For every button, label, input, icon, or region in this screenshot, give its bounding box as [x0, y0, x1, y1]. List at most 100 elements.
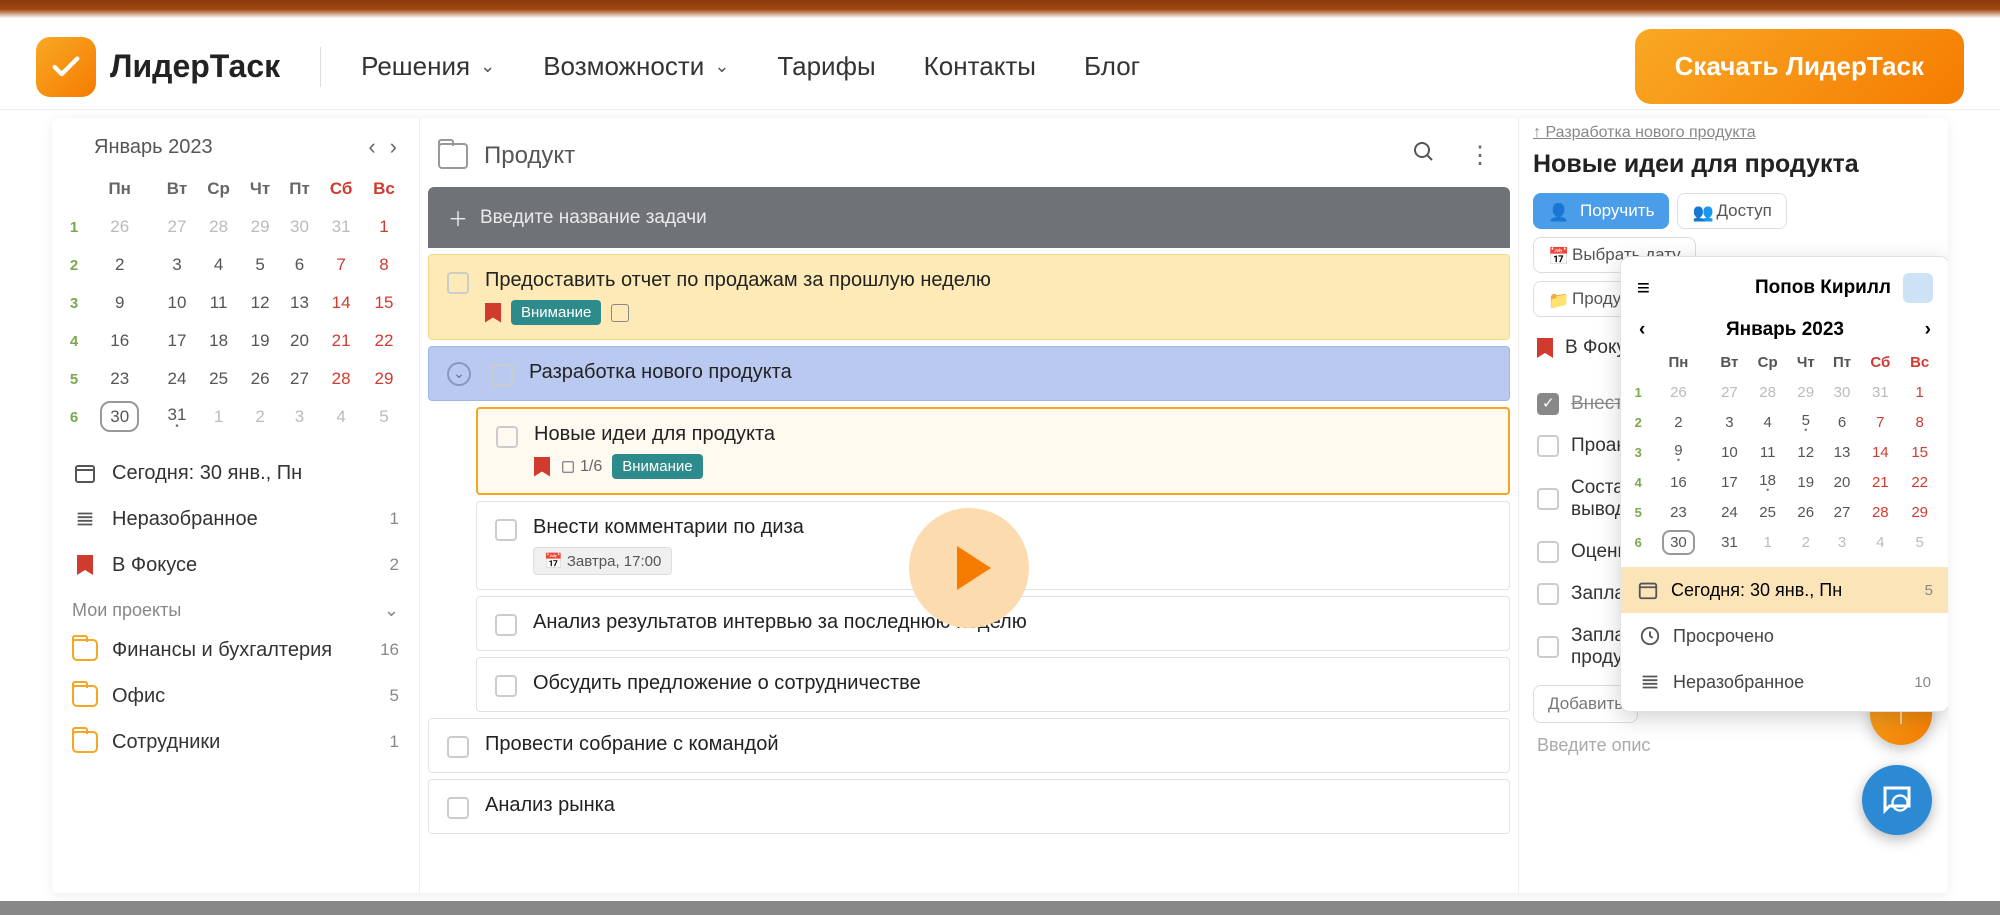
task-title: Предоставить отчет по продажам за прошлу… [485, 269, 1491, 292]
user-name: Попов Кирилл [1755, 277, 1891, 299]
calendar[interactable]: ПнВтСрЧтПтСбВс 12627282930311 22345678 3… [66, 170, 405, 436]
placeholder-text: Введите название задачи [480, 207, 707, 229]
collapse-icon[interactable]: ⌄ [447, 362, 471, 386]
nav-label: Тарифы [777, 51, 875, 82]
count-badge: 5 [1925, 582, 1933, 599]
bookmark-icon [534, 457, 550, 477]
nav-features[interactable]: Возможности⌄ [543, 51, 729, 82]
checklist-count: 1/6 [560, 458, 602, 476]
nav-solutions[interactable]: Решения ⌄ [361, 51, 495, 82]
popup-today-row[interactable]: Сегодня: 30 янв., Пн 5 [1621, 567, 1948, 613]
popup-cal-header: ‹ Январь 2023 › [1631, 313, 1939, 347]
detail-title: Новые идеи для продукта [1533, 150, 1934, 179]
chevron-down-icon: ⌄ [384, 600, 399, 621]
task-row[interactable]: Анализ рынка [428, 779, 1510, 834]
sidebar-projects-header[interactable]: Мои проекты ⌄ [66, 588, 405, 627]
folder-icon [72, 729, 98, 755]
bottom-strip [0, 901, 2000, 915]
calendar-icon [72, 460, 98, 486]
sidebar-project[interactable]: Сотрудники 1 [66, 719, 405, 765]
list-icon [1639, 671, 1661, 693]
task-title: Разработка нового продукта [529, 361, 1491, 384]
calendar-prev-icon[interactable]: ‹ [368, 134, 375, 160]
add-task-input[interactable]: ＋ Введите название задачи [428, 187, 1510, 248]
task-checkbox[interactable] [491, 364, 513, 386]
sidebar-item-label: Офис [112, 685, 165, 708]
task-checkbox[interactable] [495, 614, 517, 636]
calendar-prev-icon[interactable]: ‹ [1639, 319, 1645, 341]
popup-overdue-row[interactable]: Просрочено [1631, 613, 1939, 659]
calendar-icon: 📅 [1548, 247, 1564, 263]
task-row-parent[interactable]: ⌄ Разработка нового продукта [428, 346, 1510, 401]
count-badge: 2 [390, 555, 399, 575]
menu-icon[interactable]: ≡ [1637, 275, 1648, 301]
calendar-next-icon[interactable]: › [1925, 319, 1931, 341]
count-badge: 1 [390, 732, 399, 752]
users-icon: 👥 [1692, 203, 1708, 219]
chat-icon [1879, 782, 1915, 818]
nav-blog[interactable]: Блог [1084, 51, 1140, 82]
task-checkbox[interactable] [447, 272, 469, 294]
task-row[interactable]: Предоставить отчет по продажам за прошлу… [428, 254, 1510, 340]
task-checkbox[interactable] [495, 675, 517, 697]
popup-unsorted-row[interactable]: Неразобранное 10 [1631, 659, 1939, 705]
sidebar-unsorted[interactable]: Неразобранное 1 [66, 496, 405, 542]
task-row-selected[interactable]: Новые идеи для продукта 1/6 Внимание [476, 407, 1510, 495]
task-row[interactable]: Провести собрание с командой [428, 718, 1510, 773]
user-icon: 👤 [1548, 203, 1564, 219]
download-button[interactable]: Скачать ЛидерТаск [1635, 29, 1964, 104]
sidebar-project[interactable]: Офис 5 [66, 673, 405, 719]
separator [320, 47, 321, 87]
nav-pricing[interactable]: Тарифы [777, 51, 875, 82]
sidebar-item-label: Сотрудники [112, 731, 220, 754]
task-checkbox[interactable] [447, 797, 469, 819]
date-picker-popup: ≡ Попов Кирилл ‹ Январь 2023 › ПнВтСрЧтП… [1620, 256, 1948, 712]
main-nav: Решения ⌄ Возможности⌄ Тарифы Контакты Бл… [361, 51, 1140, 82]
nav-label: Решения [361, 51, 470, 82]
logo[interactable]: ЛидерТаск [36, 37, 280, 97]
sidebar-project[interactable]: Финансы и бухгалтерия 16 [66, 627, 405, 673]
task-checkbox[interactable] [495, 519, 517, 541]
chevron-down-icon: ⌄ [480, 56, 495, 77]
avatar[interactable] [1903, 273, 1933, 303]
access-chip[interactable]: 👥Доступ [1677, 193, 1786, 229]
nav-label: Контакты [924, 51, 1036, 82]
calendar-icon [1637, 579, 1659, 601]
tag-attention: Внимание [612, 454, 702, 479]
task-row[interactable]: Обсудить предложение о сотрудничестве [476, 657, 1510, 712]
folder-icon [438, 143, 468, 169]
chevron-down-icon: ⌄ [714, 56, 729, 77]
count-badge: 1 [390, 509, 399, 529]
task-title: Обсудить предложение о сотрудничестве [533, 672, 1491, 695]
popup-month-label: Январь 2023 [1726, 319, 1844, 341]
chat-button[interactable] [1862, 765, 1932, 835]
topbar: ЛидерТаск Решения ⌄ Возможности⌄ Тарифы К… [0, 24, 2000, 110]
sidebar-item-label: Неразобранное [112, 508, 258, 531]
count-badge: 5 [390, 686, 399, 706]
sidebar-nav: Сегодня: 30 янв., Пн Неразобранное 1 В Ф… [66, 450, 405, 765]
page-title: Продукт [484, 142, 575, 170]
bookmark-icon [485, 303, 501, 323]
brand-name: ЛидерТаск [110, 48, 280, 85]
nav-contacts[interactable]: Контакты [924, 51, 1036, 82]
task-title: Анализ результатов интервью за последнюю… [533, 611, 1491, 634]
main-header: Продукт ⋮ [428, 132, 1510, 187]
more-icon[interactable]: ⋮ [1460, 137, 1500, 174]
nav-label: Блог [1084, 51, 1140, 82]
sidebar-today[interactable]: Сегодня: 30 янв., Пн [66, 450, 405, 496]
task-checkbox[interactable] [447, 736, 469, 758]
task-checkbox[interactable] [496, 426, 518, 448]
calendar-month-label: Январь 2023 [94, 136, 213, 159]
breadcrumb[interactable]: Разработка нового продукта [1533, 122, 1934, 150]
calendar-next-icon[interactable]: › [390, 134, 397, 160]
label: Неразобранное [1673, 672, 1804, 693]
search-icon[interactable] [1404, 136, 1444, 175]
section-label: Мои проекты [72, 600, 181, 621]
assign-chip[interactable]: 👤Поручить [1533, 193, 1669, 229]
app-canvas: Январь 2023 ‹ › ПнВтСрЧтПтСбВс 126272829… [52, 118, 1948, 893]
tag-attention: Внимание [511, 300, 601, 325]
sidebar-focus[interactable]: В Фокусе 2 [66, 542, 405, 588]
popup-calendar[interactable]: ПнВтСрЧтПтСбВс 12627282930311 22345678 3… [1631, 347, 1939, 557]
play-button[interactable] [909, 508, 1029, 628]
note-icon [611, 304, 629, 322]
